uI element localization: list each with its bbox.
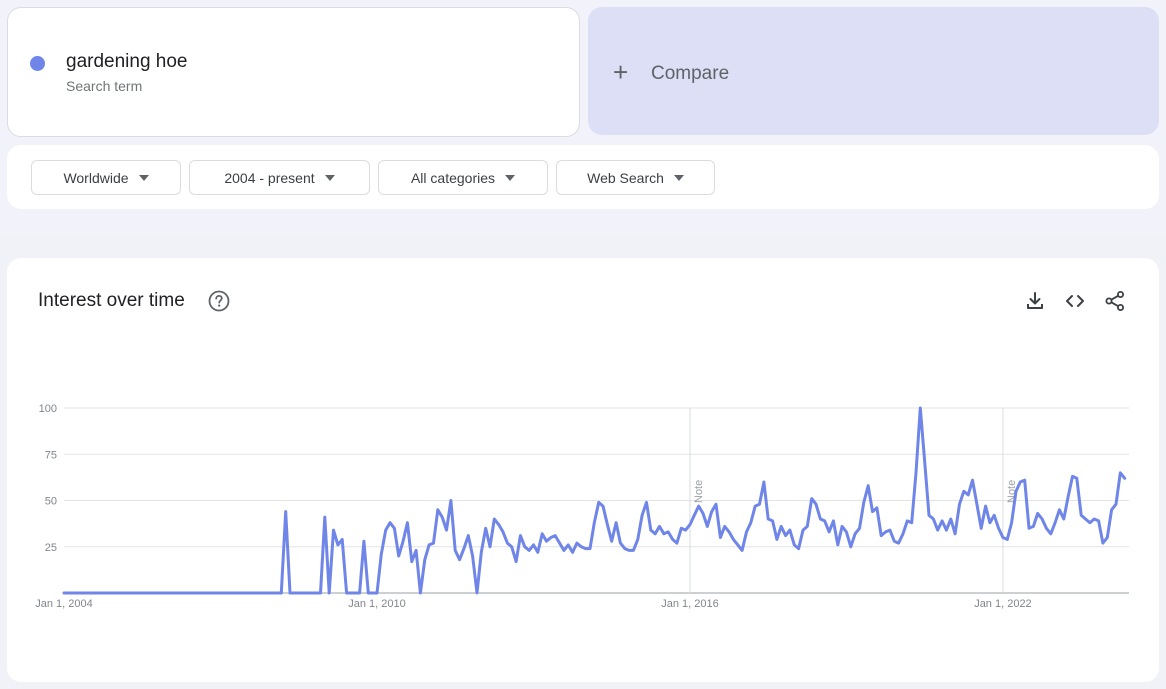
filter-time-range-label: 2004 - present	[224, 169, 315, 186]
caret-down-icon	[505, 174, 516, 181]
series-color-dot	[30, 56, 45, 71]
x-tick-label: Jan 1, 2010	[348, 598, 406, 610]
filter-category-dropdown[interactable]: All categories	[378, 160, 548, 195]
caret-down-icon	[138, 174, 149, 181]
search-term-card[interactable]: gardening hoe Search term	[7, 7, 580, 137]
y-tick-label: 25	[45, 542, 57, 554]
search-term-subtitle: Search term	[66, 78, 143, 94]
y-tick-label: 100	[39, 403, 57, 415]
compare-label: Compare	[651, 63, 730, 84]
interest-line-chart: 25 50 75 100 Jan 1, 2004 Jan 1, 2010 Jan 1, 20…	[35, 403, 1129, 610]
caret-down-icon	[673, 174, 684, 181]
filter-location-dropdown[interactable]: Worldwide	[31, 160, 181, 195]
filter-bar: Worldwide 2004 - present All categories …	[7, 145, 1159, 209]
filter-search-type-dropdown[interactable]: Web Search	[556, 160, 715, 195]
filter-category-label: All categories	[410, 169, 496, 186]
filter-location-label: Worldwide	[63, 169, 129, 186]
y-tick-label: 50	[45, 496, 57, 508]
filter-time-range-dropdown[interactable]: 2004 - present	[189, 160, 370, 195]
note-annotation-label: Note	[693, 480, 705, 503]
x-tick-label: Jan 1, 2004	[35, 598, 93, 610]
caret-down-icon	[324, 174, 335, 181]
x-tick-label: Jan 1, 2016	[661, 598, 719, 610]
interest-over-time-card: Interest over time 25 50 75 100 Jan 1, 2004 J…	[7, 258, 1159, 682]
plus-icon: +	[613, 57, 629, 87]
x-tick-label: Jan 1, 2022	[974, 598, 1032, 610]
filter-search-type-label: Web Search	[587, 169, 664, 186]
search-term-name[interactable]: gardening hoe	[66, 51, 188, 73]
compare-button[interactable]: + Compare	[588, 7, 1159, 135]
y-tick-label: 75	[45, 449, 57, 461]
